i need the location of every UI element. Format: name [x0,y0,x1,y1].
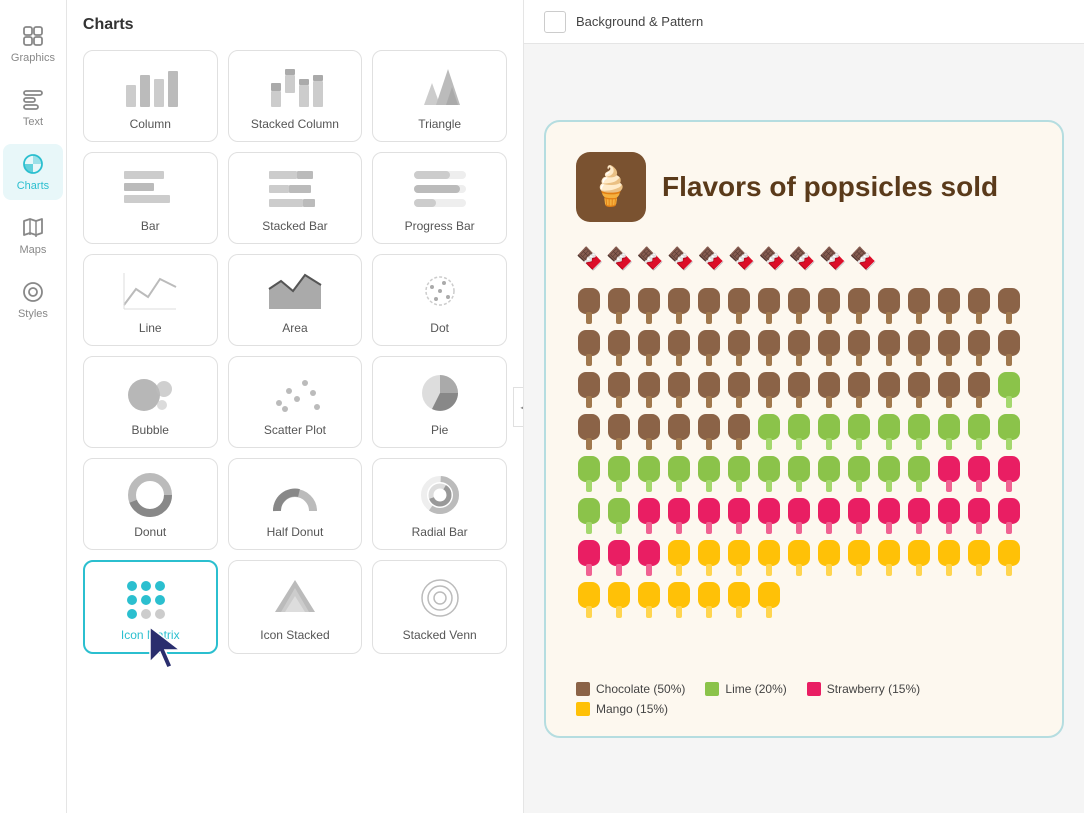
stacked-venn-label: Stacked Venn [403,628,477,642]
line-icon [120,267,180,315]
chart-item-dot[interactable]: Dot [372,254,507,346]
legend-dot-mango [576,702,590,716]
column-label: Column [130,117,171,131]
stacked-bar-icon [265,165,325,213]
chart-item-pie[interactable]: Pie [372,356,507,448]
sidebar-item-styles[interactable]: Styles [3,272,63,328]
infographic-card: 🍦 Flavors of popsicles sold 🍫 🍫 🍫 🍫 🍫 🍫 … [544,120,1064,738]
chart-item-line[interactable]: Line [83,254,218,346]
icon-stacked-icon [265,574,325,622]
sidebar-item-text-label: Text [23,116,43,128]
radial-bar-label: Radial Bar [412,525,468,539]
chart-item-donut[interactable]: Donut [83,458,218,550]
icon-matrix-label: Icon Matrix [121,628,180,642]
dot-icon [410,267,470,315]
donut-label: Donut [134,525,166,539]
stacked-column-icon [265,63,325,111]
progress-bar-label: Progress Bar [405,219,475,233]
text-icon [21,88,45,112]
sidebar-item-charts[interactable]: Charts [3,144,63,200]
legend-dot-chocolate [576,682,590,696]
charts-panel: Charts Column [67,0,524,813]
graphics-icon [21,24,45,48]
charts-icon [21,152,45,176]
preview-topbar: Background & Pattern [524,0,1084,44]
chart-item-progress-bar[interactable]: Progress Bar [372,152,507,244]
chart-grid: Column Stacked Column [83,50,507,654]
icon-stacked-label: Icon Stacked [260,628,329,642]
legend-label-mango: Mango (15%) [596,702,668,716]
chart-item-column[interactable]: Column [83,50,218,142]
chart-item-scatter-plot[interactable]: Scatter Plot [228,356,363,448]
bubble-label: Bubble [132,423,169,437]
legend-item-strawberry: Strawberry (15%) [807,682,920,696]
triangle-label: Triangle [418,117,461,131]
bubble-icon [120,369,180,417]
bar-icon [120,165,180,213]
stacked-column-label: Stacked Column [251,117,339,131]
triangle-icon [410,63,470,111]
legend-item-chocolate: Chocolate (50%) [576,682,685,696]
half-donut-icon [265,471,325,519]
area-label: Area [282,321,307,335]
popsicle-big-icon: 🍦 [576,152,646,222]
legend-dot-lime [705,682,719,696]
chart-item-icon-matrix[interactable]: Icon Matrix [83,560,218,654]
legend-label-lime: Lime (20%) [725,682,786,696]
maps-icon [21,216,45,240]
half-donut-label: Half Donut [267,525,324,539]
chart-item-stacked-column[interactable]: Stacked Column [228,50,363,142]
dot-label: Dot [430,321,449,335]
legend-label-chocolate: Chocolate (50%) [596,682,685,696]
card-header: 🍦 Flavors of popsicles sold [576,152,1032,222]
pie-label: Pie [431,423,448,437]
sidebar-item-graphics[interactable]: Graphics [3,16,63,72]
progress-bar-icon [410,165,470,213]
scatter-plot-icon [265,369,325,417]
donut-icon [120,471,180,519]
stacked-bar-label: Stacked Bar [262,219,327,233]
sidebar-item-maps[interactable]: Maps [3,208,63,264]
sidebar-item-styles-label: Styles [18,308,48,320]
chart-item-half-donut[interactable]: Half Donut [228,458,363,550]
sidebar-item-maps-label: Maps [19,244,46,256]
charts-panel-title: Charts [83,16,507,34]
area-icon [265,267,325,315]
legend-dot-strawberry [807,682,821,696]
styles-icon [21,280,45,304]
legend-label-strawberry: Strawberry (15%) [827,682,920,696]
pie-icon [410,369,470,417]
chart-item-bar[interactable]: Bar [83,152,218,244]
legend: Chocolate (50%) Lime (20%) Strawberry (1… [576,682,1032,716]
bg-pattern-label: Background & Pattern [576,14,703,29]
sidebar-item-charts-label: Charts [17,180,49,192]
line-label: Line [139,321,162,335]
chart-item-stacked-bar[interactable]: Stacked Bar [228,152,363,244]
chart-item-bubble[interactable]: Bubble [83,356,218,448]
legend-item-mango: Mango (15%) [576,702,668,716]
scatter-plot-label: Scatter Plot [264,423,326,437]
popsicle-grid-visual [576,288,1032,668]
chart-item-triangle[interactable]: Triangle [372,50,507,142]
preview-canvas: 🍦 Flavors of popsicles sold 🍫 🍫 🍫 🍫 🍫 🍫 … [524,44,1084,813]
bg-pattern-box [544,11,566,33]
legend-item-lime: Lime (20%) [705,682,786,696]
chart-item-stacked-venn[interactable]: Stacked Venn [372,560,507,654]
preview-area: Background & Pattern 🍦 Flavors of popsic… [524,0,1084,813]
chart-item-area[interactable]: Area [228,254,363,346]
radial-bar-icon [410,471,470,519]
sidebar-item-graphics-label: Graphics [11,52,55,64]
icon-matrix-icon [120,574,180,622]
popsicle-icon-grid: 🍫 🍫 🍫 🍫 🍫 🍫 🍫 🍫 🍫 🍫 [576,246,1032,272]
chart-item-icon-stacked[interactable]: Icon Stacked [228,560,363,654]
chart-item-radial-bar[interactable]: Radial Bar [372,458,507,550]
collapse-panel-button[interactable]: ◀ [513,387,524,427]
bar-label: Bar [141,219,160,233]
card-title: Flavors of popsicles sold [662,170,998,204]
column-icon [120,63,180,111]
sidebar: Graphics Text Charts [0,0,67,813]
sidebar-item-text[interactable]: Text [3,80,63,136]
stacked-venn-icon [410,574,470,622]
